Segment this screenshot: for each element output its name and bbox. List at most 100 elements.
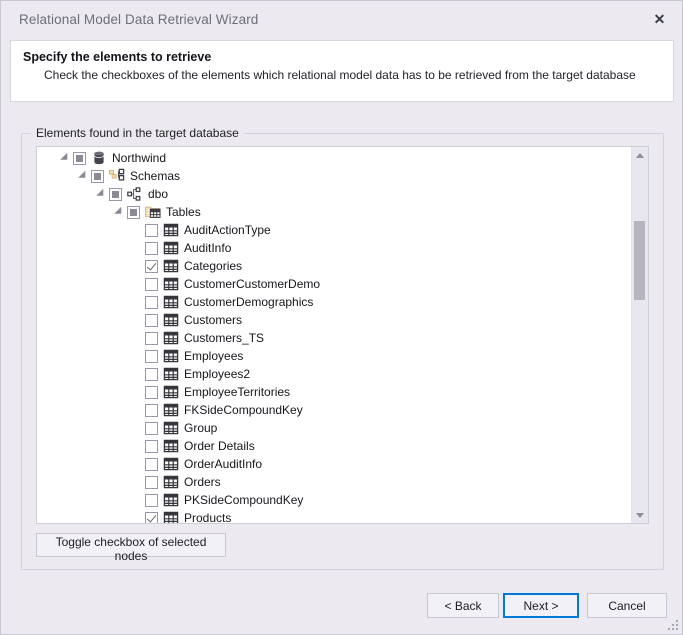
table-icon: [163, 456, 179, 472]
tree-row[interactable]: Orders: [37, 473, 631, 491]
tree-expander-placeholder: [131, 437, 145, 455]
tree-node-checkbox[interactable]: [145, 241, 158, 255]
tree-node-checkbox[interactable]: [73, 151, 86, 165]
tree-expander-placeholder: [131, 347, 145, 365]
tree-node-checkbox[interactable]: [145, 475, 158, 489]
tree-node-checkbox[interactable]: [145, 511, 158, 523]
tree-vertical-scrollbar[interactable]: [631, 147, 648, 523]
tree-node-checkbox[interactable]: [145, 457, 158, 471]
tree-expander-placeholder: [131, 365, 145, 383]
table-icon: [163, 510, 179, 523]
tree-row[interactable]: Products: [37, 509, 631, 523]
tree-row[interactable]: Customers_TS: [37, 329, 631, 347]
tree-node-label: PKSideCompoundKey: [184, 493, 304, 507]
tree-expander-placeholder: [131, 275, 145, 293]
tree-node-checkbox[interactable]: [145, 493, 158, 507]
tree-expander-placeholder: [131, 473, 145, 491]
close-button[interactable]: ✕: [637, 1, 682, 37]
tree-node-checkbox[interactable]: [127, 205, 140, 219]
table-icon: [163, 348, 179, 364]
tree-row[interactable]: Customers: [37, 311, 631, 329]
tree-node-checkbox[interactable]: [145, 223, 158, 237]
toggle-checkbox-button[interactable]: Toggle checkbox of selected nodes: [36, 533, 226, 563]
expand-collapse-triangle-icon[interactable]: [59, 149, 73, 167]
tree-expander-placeholder: [131, 257, 145, 275]
tree-row[interactable]: Group: [37, 419, 631, 437]
tree-row[interactable]: Employees: [37, 347, 631, 365]
tree-expander-placeholder: [131, 221, 145, 239]
tree-row[interactable]: Categories: [37, 257, 631, 275]
tree-node-label: Products: [184, 511, 232, 523]
scrollbar-thumb[interactable]: [634, 221, 645, 300]
scroll-up-arrow-icon[interactable]: [632, 147, 648, 163]
resize-grip[interactable]: [668, 620, 678, 630]
tree-row[interactable]: CustomerDemographics: [37, 293, 631, 311]
back-button[interactable]: < Back: [427, 593, 499, 618]
schemas-icon: [109, 168, 125, 184]
table-icon: [163, 312, 179, 328]
expand-collapse-triangle-icon[interactable]: [113, 203, 127, 221]
tree-node-label: Schemas: [130, 169, 181, 183]
tree-expander-placeholder: [131, 383, 145, 401]
tree-node-label: Orders: [184, 475, 221, 489]
tree-node-checkbox[interactable]: [145, 421, 158, 435]
elements-tree-container: Northwind Schemas dbo Tables AuditActionType…: [36, 146, 649, 524]
tree-row[interactable]: Schemas: [37, 167, 631, 185]
tree-row[interactable]: EmployeeTerritories: [37, 383, 631, 401]
tree-expander-placeholder: [131, 491, 145, 509]
cancel-button[interactable]: Cancel: [587, 593, 667, 618]
tree-row[interactable]: Order Details: [37, 437, 631, 455]
next-button[interactable]: Next >: [503, 593, 579, 618]
schema-icon: [127, 186, 143, 202]
tree-node-checkbox[interactable]: [145, 259, 158, 273]
tree-row[interactable]: AuditActionType: [37, 221, 631, 239]
title-bar: Relational Model Data Retrieval Wizard ✕: [1, 1, 682, 37]
tree-node-checkbox[interactable]: [145, 367, 158, 381]
tree-node-checkbox[interactable]: [145, 331, 158, 345]
tree-node-checkbox[interactable]: [145, 349, 158, 363]
tree-node-label: AuditInfo: [184, 241, 232, 255]
scroll-down-arrow-icon[interactable]: [632, 507, 648, 523]
tree-row[interactable]: OrderAuditInfo: [37, 455, 631, 473]
tree-node-label: dbo: [148, 187, 169, 201]
tree-node-checkbox[interactable]: [91, 169, 104, 183]
tree-row[interactable]: dbo: [37, 185, 631, 203]
tree-expander-placeholder: [131, 401, 145, 419]
tree-node-checkbox[interactable]: [145, 277, 158, 291]
expand-collapse-triangle-icon[interactable]: [95, 185, 109, 203]
tree-row[interactable]: Tables: [37, 203, 631, 221]
tree-node-checkbox[interactable]: [145, 439, 158, 453]
tree-expander-placeholder: [131, 239, 145, 257]
tree-row[interactable]: FKSideCompoundKey: [37, 401, 631, 419]
tree-node-label: Employees: [184, 349, 244, 363]
tree-node-checkbox[interactable]: [145, 313, 158, 327]
tree-node-label: Employees2: [184, 367, 251, 381]
window-title: Relational Model Data Retrieval Wizard: [19, 11, 259, 27]
tree-node-label: FKSideCompoundKey: [184, 403, 303, 417]
tree-node-label: Customers: [184, 313, 243, 327]
tree-node-label: Tables: [166, 205, 201, 219]
tree-row[interactable]: PKSideCompoundKey: [37, 491, 631, 509]
tree-row[interactable]: Northwind: [37, 149, 631, 167]
page-title: Specify the elements to retrieve: [23, 50, 212, 64]
table-icon: [163, 258, 179, 274]
tree-node-label: Northwind: [112, 151, 167, 165]
elements-tree[interactable]: Northwind Schemas dbo Tables AuditActionType…: [37, 147, 631, 523]
expand-collapse-triangle-icon[interactable]: [77, 167, 91, 185]
table-icon: [163, 420, 179, 436]
tree-node-checkbox[interactable]: [145, 295, 158, 309]
tree-row[interactable]: AuditInfo: [37, 239, 631, 257]
tree-node-checkbox[interactable]: [109, 187, 122, 201]
tree-row[interactable]: CustomerCustomerDemo: [37, 275, 631, 293]
database-icon: [91, 150, 107, 166]
tree-node-checkbox[interactable]: [145, 385, 158, 399]
tree-expander-placeholder: [131, 293, 145, 311]
table-icon: [163, 492, 179, 508]
table-icon: [163, 402, 179, 418]
table-icon: [163, 438, 179, 454]
table-icon: [163, 366, 179, 382]
tree-node-checkbox[interactable]: [145, 403, 158, 417]
table-icon: [163, 240, 179, 256]
tree-node-label: AuditActionType: [184, 223, 271, 237]
tree-row[interactable]: Employees2: [37, 365, 631, 383]
